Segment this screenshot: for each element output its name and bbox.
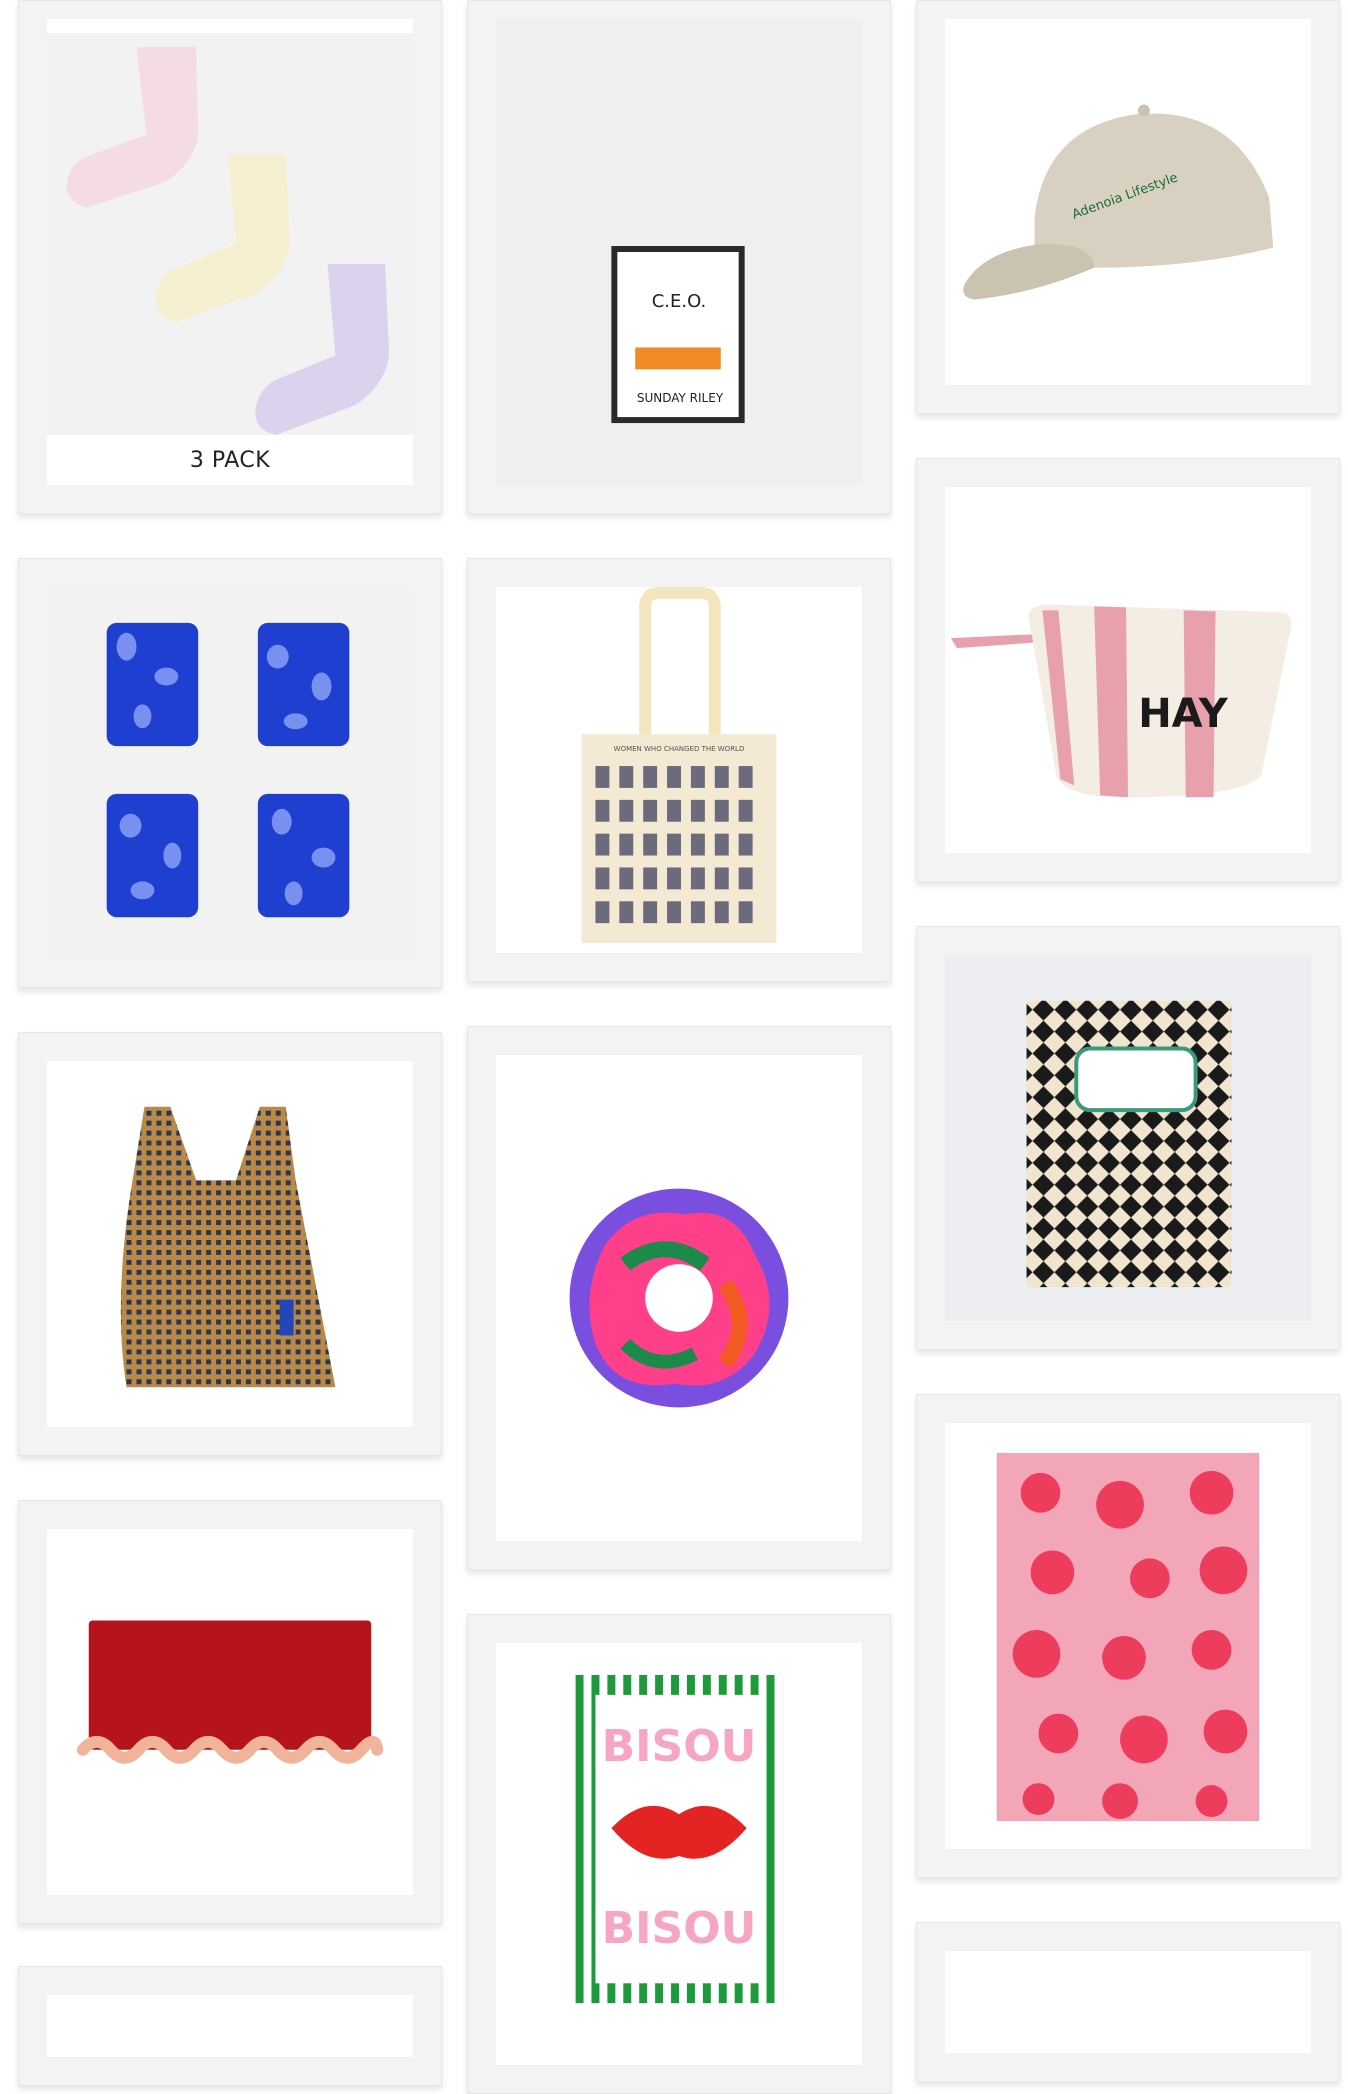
product-image-towel — [945, 1423, 1311, 1849]
product-card-pouch[interactable]: HAY — [916, 458, 1340, 882]
product-card-glasses[interactable] — [18, 558, 442, 988]
baggu-illustration — [47, 1061, 413, 1427]
notebook-illustration — [945, 955, 1311, 1321]
scrunchie-illustration — [496, 1055, 862, 1541]
product-image-baggu — [47, 1061, 413, 1427]
product-card-clutch[interactable] — [18, 1500, 442, 1924]
product-image-partial-right — [945, 1951, 1311, 2053]
ceo-box-illustration — [496, 19, 862, 485]
product-card-ceo[interactable]: C.E.O. SUNDAY RILEY — [467, 0, 891, 514]
product-image-ceo: C.E.O. SUNDAY RILEY — [496, 19, 862, 485]
tote-print-title: WOMEN WHO CHANGED THE WORLD — [613, 745, 745, 753]
product-card-notebook[interactable] — [916, 926, 1340, 1350]
socks-illustration — [47, 33, 413, 471]
product-image-tote: WOMEN WHO CHANGED THE WORLD — [496, 587, 862, 953]
product-image-scrunchie — [496, 1055, 862, 1541]
product-card-socks[interactable]: 3 PACK — [18, 0, 442, 514]
ceo-brand-top: C.E.O. — [651, 291, 707, 312]
product-card-tote[interactable]: WOMEN WHO CHANGED THE WORLD — [467, 558, 891, 982]
product-image-socks: 3 PACK — [47, 19, 413, 485]
product-card-partial-right[interactable] — [916, 1922, 1340, 2082]
towel-illustration — [945, 1423, 1311, 1849]
product-image-bisou: BISOU BISOU — [496, 1643, 862, 2065]
clutch-illustration — [47, 1529, 413, 1895]
product-card-baggu[interactable] — [18, 1032, 442, 1456]
product-image-clutch — [47, 1529, 413, 1895]
product-image-notebook — [945, 955, 1311, 1321]
bisou-line-1: BISOU — [601, 1721, 757, 1772]
product-card-scrunchie[interactable] — [467, 1026, 891, 1570]
bisou-line-2: BISOU — [601, 1903, 757, 1954]
product-card-partial-left[interactable] — [18, 1966, 442, 2086]
product-card-cap[interactable]: Adenoia Lifestyle — [916, 0, 1340, 414]
product-card-bisou[interactable]: BISOU BISOU — [467, 1614, 891, 2094]
socks-caption: 3 PACK — [47, 435, 413, 485]
pouch-illustration — [945, 487, 1311, 853]
product-image-pouch: HAY — [945, 487, 1311, 853]
tote-illustration — [496, 587, 862, 953]
product-image-cap: Adenoia Lifestyle — [945, 19, 1311, 385]
pouch-logo: HAY — [1138, 691, 1228, 737]
product-image-partial-left — [47, 1995, 413, 2057]
glasses-illustration — [47, 587, 413, 959]
ceo-brand-bottom: SUNDAY RILEY — [636, 391, 724, 405]
bisou-illustration — [496, 1643, 862, 2065]
product-image-glasses — [47, 587, 413, 959]
product-card-towel[interactable] — [916, 1394, 1340, 1878]
